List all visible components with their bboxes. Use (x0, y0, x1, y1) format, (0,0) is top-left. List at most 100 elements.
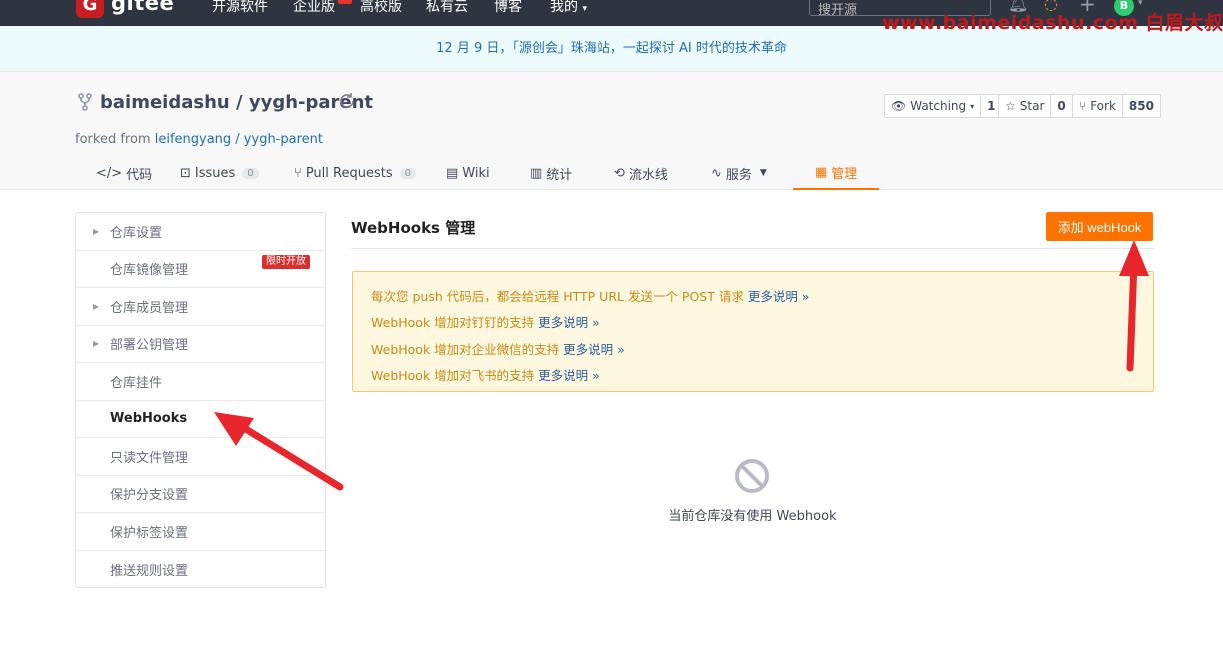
chevron-down-icon: ▾ (582, 4, 587, 14)
tab-issues-label: Issues (194, 165, 236, 181)
caret-right-icon: ▶ (93, 339, 100, 349)
tab-pipeline-label: 流水线 (628, 167, 668, 183)
tab-code[interactable]: </> 代码 (96, 156, 152, 190)
title-divider (351, 248, 1155, 249)
tab-stats-label: 统计 (546, 167, 573, 183)
star-button[interactable]: ☆ Star 0 (998, 94, 1073, 118)
sidebar-item-label: 推送规则设置 (110, 563, 189, 579)
tab-pipeline[interactable]: ⟲ 流水线 (614, 156, 668, 190)
empty-state-text: 当前仓库没有使用 Webhook (668, 509, 837, 524)
nav-private-cloud[interactable]: 私有云 (426, 0, 468, 16)
sidebar-item-label: 仓库镜像管理 (110, 263, 189, 279)
tab-wiki[interactable]: ▤ Wiki (446, 156, 490, 190)
info-notice: 每次您 push 代码后，都会给远程 HTTP URL 发送一个 POST 请求… (352, 271, 1154, 392)
star-label: Star (1019, 99, 1045, 113)
sidebar-item-mirror[interactable]: 仓库镜像管理 限时开放 (76, 251, 325, 288)
caret-right-icon: ▶ (93, 226, 100, 236)
wiki-icon: ▤ (446, 165, 459, 181)
sidebar-item-label: WebHooks (110, 411, 188, 427)
sidebar-item-readonly-files[interactable]: 只读文件管理 (76, 438, 325, 476)
nav-enterprise[interactable]: 企业版 (293, 0, 335, 16)
tab-code-label: 代码 (126, 167, 153, 183)
watermark-text: www.baimeidashu.com 白眉大叔 (882, 12, 1223, 34)
sidebar-item-widgets[interactable]: 仓库挂件 (76, 363, 325, 401)
sidebar-item-label: 部署公钥管理 (110, 338, 189, 354)
notice-text: WebHook 增加对飞书的支持 (371, 367, 535, 383)
limited-badge: 限时开放 (262, 254, 310, 269)
repo-owner[interactable]: baimeidashu (100, 92, 230, 113)
add-webhook-button[interactable]: 添加 webHook (1046, 212, 1153, 241)
watching-button[interactable]: 👁︎ Watching ▾ 1 (884, 94, 1003, 118)
tab-pr-label: Pull Requests (305, 165, 393, 181)
tab-services[interactable]: ∿ 服务 ▼ (711, 156, 767, 190)
more-info-link[interactable]: 更多说明 » (563, 342, 625, 357)
sidebar-item-deploy-keys[interactable]: ▶ 部署公钥管理 (76, 326, 325, 363)
fork-label-wrap[interactable]: ⑂ Fork (1073, 95, 1123, 117)
sidebar-item-webhooks[interactable]: WebHooks (76, 401, 325, 438)
sidebar-item-push-rules[interactable]: 推送规则设置 (76, 551, 325, 589)
watching-label: Watching (910, 99, 967, 113)
fork-count[interactable]: 850 (1122, 95, 1160, 117)
sidebar-item-protected-branches[interactable]: 保护分支设置 (76, 476, 325, 513)
forked-from: forked from leifengyang / yygh-parent (75, 132, 323, 147)
fork-button[interactable]: ⑂ Fork 850 (1072, 94, 1161, 118)
settings-sidebar: ▶ 仓库设置 仓库镜像管理 限时开放 ▶ 仓库成员管理 ▶ 部署公钥管理 仓库挂件 We… (75, 212, 326, 588)
notice-text: 每次您 push 代码后，都会给远程 HTTP URL 发送一个 POST 请求 (371, 289, 744, 304)
star-icon: ☆ (1005, 99, 1016, 113)
stats-icon: ▥ (530, 165, 543, 181)
repo-title: baimeidashu / yygh-parent (100, 92, 373, 113)
gitee-logo-icon[interactable]: G (76, 0, 104, 18)
fork-icon (77, 93, 93, 115)
notice-line: 每次您 push 代码后，都会给远程 HTTP URL 发送一个 POST 请求… (371, 284, 1135, 310)
brand-name[interactable]: gitee (111, 0, 174, 15)
issues-icon: ⊡ (180, 165, 191, 181)
notice-text: WebHook 增加对企业微信的支持 (371, 341, 560, 357)
nav-blog[interactable]: 博客 (494, 0, 522, 16)
nav-new-badge (338, 0, 352, 4)
sidebar-item-members[interactable]: ▶ 仓库成员管理 (76, 288, 325, 326)
manage-icon: ▦ (815, 164, 828, 180)
more-info-link[interactable]: 更多说明 » (748, 289, 810, 304)
chevron-down-icon: ▾ (970, 101, 975, 111)
sidebar-item-label: 只读文件管理 (110, 450, 189, 466)
page-title: WebHooks 管理 (351, 219, 476, 237)
sidebar-item-label: 仓库成员管理 (110, 300, 189, 316)
sidebar-item-label: 保护分支设置 (110, 488, 189, 504)
more-info-link[interactable]: 更多说明 » (538, 315, 600, 330)
forked-prefix: forked from (75, 132, 151, 147)
notice-text: WebHook 增加对钉钉的支持 (371, 315, 535, 331)
avatar-chevron-icon[interactable]: ▾ (1138, 0, 1143, 8)
nav-education[interactable]: 高校版 (360, 0, 402, 16)
no-entry-icon (735, 459, 769, 493)
notice-line: WebHook 增加对企业微信的支持 更多说明 » (371, 337, 1135, 363)
star-count[interactable]: 0 (1051, 95, 1072, 117)
nav-open-source[interactable]: 开源软件 (212, 0, 268, 16)
watching-label-wrap[interactable]: 👁︎ Watching ▾ (885, 95, 982, 117)
more-info-link[interactable]: 更多说明 » (538, 368, 600, 383)
tab-manage[interactable]: ▦ 管理 (793, 156, 880, 190)
star-label-wrap[interactable]: ☆ Star (999, 95, 1052, 117)
eye-icon: 👁︎ (891, 99, 907, 113)
repo-separator: / (236, 92, 243, 113)
fork-small-icon: ⑂ (1079, 99, 1087, 113)
sidebar-item-label: 保护标签设置 (110, 525, 189, 541)
notice-line: WebHook 增加对钉钉的支持 更多说明 » (371, 310, 1135, 336)
sidebar-item-protected-tags[interactable]: 保护标签设置 (76, 513, 325, 551)
tab-issues[interactable]: ⊡ Issues 0 (180, 156, 259, 190)
pulse-icon: ∿ (711, 165, 722, 181)
sidebar-item-repo-settings[interactable]: ▶ 仓库设置 (76, 213, 325, 251)
chevron-down-icon: ▼ (759, 168, 767, 178)
sidebar-item-label: 仓库挂件 (110, 375, 163, 391)
pr-count-badge: 0 (399, 167, 416, 179)
nav-mine[interactable]: 我的 ▾ (550, 0, 587, 16)
forked-from-link[interactable]: leifengyang / yygh-parent (155, 132, 323, 147)
banner-text[interactable]: 12 月 9 日，「源创会」珠海站，一起探讨 AI 时代的技术革命 (436, 41, 787, 56)
code-icon: </> (96, 165, 123, 181)
sync-icon[interactable] (337, 91, 357, 116)
sidebar-item-label: 仓库设置 (110, 225, 163, 241)
tab-stats[interactable]: ▥ 统计 (530, 156, 572, 190)
repo-tabs: </> 代码 ⊡ Issues 0 ⑂ Pull Requests 0 ▤ Wiki ▥ 统计… (0, 156, 1223, 190)
tab-pull-requests[interactable]: ⑂ Pull Requests 0 (294, 156, 416, 190)
pipeline-icon: ⟲ (614, 165, 625, 181)
pull-request-icon: ⑂ (294, 165, 302, 181)
